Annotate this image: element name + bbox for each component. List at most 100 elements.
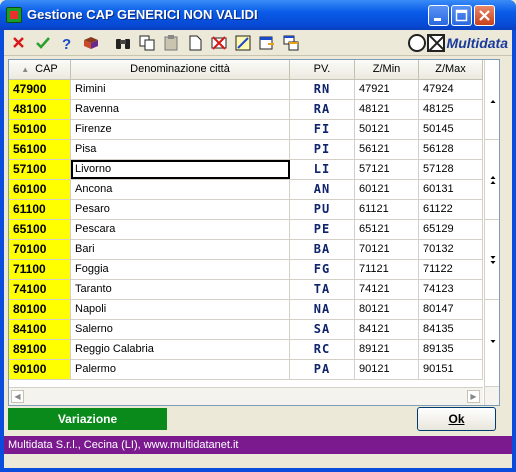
zmin-cell[interactable]: 60121 (355, 180, 419, 199)
zmin-cell[interactable]: 90121 (355, 360, 419, 379)
zmin-cell[interactable]: 56121 (355, 140, 419, 159)
cap-cell[interactable]: 90100 (9, 360, 71, 379)
table-row[interactable]: 70100 Bari BA 70121 70132 (9, 240, 483, 260)
province-cell[interactable]: FI (290, 120, 355, 139)
city-cell[interactable]: Napoli (71, 300, 290, 319)
zmax-cell[interactable]: 71122 (419, 260, 483, 279)
city-cell[interactable]: Firenze (71, 120, 290, 139)
zmax-cell[interactable]: 74123 (419, 280, 483, 299)
city-cell[interactable]: Salerno (71, 320, 290, 339)
cap-cell[interactable]: 50100 (9, 120, 71, 139)
province-cell[interactable]: LI (290, 160, 355, 179)
zmin-cell[interactable]: 74121 (355, 280, 419, 299)
city-cell[interactable]: Taranto (71, 280, 290, 299)
edit-icon[interactable] (234, 34, 252, 52)
zmax-cell[interactable]: 65129 (419, 220, 483, 239)
col-header-cap[interactable]: ▲ CAP (9, 60, 71, 80)
province-cell[interactable]: RA (290, 100, 355, 119)
province-cell[interactable]: TA (290, 280, 355, 299)
table-row[interactable]: 61100 Pesaro PU 61121 61122 (9, 200, 483, 220)
new-document-icon[interactable] (186, 34, 204, 52)
col-header-pv[interactable]: PV. (290, 60, 355, 80)
province-cell[interactable]: PU (290, 200, 355, 219)
zmax-cell[interactable]: 84135 (419, 320, 483, 339)
minimize-button[interactable] (428, 5, 449, 26)
cap-cell[interactable]: 89100 (9, 340, 71, 359)
book-icon[interactable] (82, 34, 100, 52)
table-row[interactable]: 89100 Reggio Calabria RC 89121 89135 (9, 340, 483, 360)
zmax-cell[interactable]: 50145 (419, 120, 483, 139)
table-row[interactable]: 65100 Pescara PE 65121 65129 (9, 220, 483, 240)
province-cell[interactable]: SA (290, 320, 355, 339)
city-cell[interactable]: Reggio Calabria (71, 340, 290, 359)
cap-cell[interactable]: 71100 (9, 260, 71, 279)
cap-cell[interactable]: 80100 (9, 300, 71, 319)
ok-button[interactable]: Ok (417, 407, 496, 431)
cap-cell[interactable]: 65100 (9, 220, 71, 239)
window-icon[interactable] (282, 34, 300, 52)
zmin-cell[interactable]: 70121 (355, 240, 419, 259)
province-cell[interactable]: RC (290, 340, 355, 359)
title-bar[interactable]: Gestione CAP GENERICI NON VALIDI (0, 0, 516, 30)
cap-cell[interactable]: 61100 (9, 200, 71, 219)
zmax-cell[interactable]: 56128 (419, 140, 483, 159)
cap-cell[interactable]: 70100 (9, 240, 71, 259)
maximize-button[interactable] (451, 5, 472, 26)
horizontal-scrollbar[interactable]: ◀ ▶ (9, 387, 483, 405)
zmin-cell[interactable]: 61121 (355, 200, 419, 219)
zmax-cell[interactable]: 80147 (419, 300, 483, 319)
paste-icon[interactable] (162, 34, 180, 52)
province-cell[interactable]: NA (290, 300, 355, 319)
zmin-cell[interactable]: 57121 (355, 160, 419, 179)
col-header-zmin[interactable]: Z/Min (355, 60, 419, 80)
city-cell[interactable]: Ancona (71, 180, 290, 199)
scroll-top-button[interactable] (485, 60, 499, 140)
table-row[interactable]: 74100 Taranto TA 74121 74123 (9, 280, 483, 300)
table-row[interactable]: 84100 Salerno SA 84121 84135 (9, 320, 483, 340)
cap-cell[interactable]: 56100 (9, 140, 71, 159)
cap-cell[interactable]: 84100 (9, 320, 71, 339)
zmin-cell[interactable]: 80121 (355, 300, 419, 319)
table-row[interactable]: 71100 Foggia FG 71121 71122 (9, 260, 483, 280)
binoculars-icon[interactable] (114, 34, 132, 52)
cap-cell[interactable]: 48100 (9, 100, 71, 119)
table-row[interactable]: 56100 Pisa PI 56121 56128 (9, 140, 483, 160)
table-row[interactable]: 80100 Napoli NA 80121 80147 (9, 300, 483, 320)
province-cell[interactable]: PA (290, 360, 355, 379)
scroll-bottom-button[interactable] (485, 300, 499, 387)
zmin-cell[interactable]: 89121 (355, 340, 419, 359)
scroll-left-arrow-icon[interactable]: ◀ (11, 390, 24, 403)
zmin-cell[interactable]: 65121 (355, 220, 419, 239)
scroll-page-down-button[interactable] (485, 220, 499, 300)
table-row[interactable]: 50100 Firenze FI 50121 50145 (9, 120, 483, 140)
zmax-cell[interactable]: 61122 (419, 200, 483, 219)
table-row[interactable]: 90100 Palermo PA 90121 90151 (9, 360, 483, 380)
cap-grid[interactable]: ▲ CAP Denominazione città PV. Z/Min Z/Max… (8, 59, 500, 406)
city-cell[interactable]: Foggia (71, 260, 290, 279)
table-row[interactable]: 48100 Ravenna RA 48121 48125 (9, 100, 483, 120)
zmax-cell[interactable]: 89135 (419, 340, 483, 359)
scroll-page-up-button[interactable] (485, 140, 499, 220)
variazione-button[interactable]: Variazione (8, 408, 167, 430)
confirm-check-icon[interactable] (34, 34, 52, 52)
zmin-cell[interactable]: 84121 (355, 320, 419, 339)
copy-icon[interactable] (138, 34, 156, 52)
zmax-cell[interactable]: 60131 (419, 180, 483, 199)
delete-record-icon[interactable] (210, 34, 228, 52)
province-cell[interactable]: FG (290, 260, 355, 279)
zmin-cell[interactable]: 71121 (355, 260, 419, 279)
zmax-cell[interactable]: 47924 (419, 80, 483, 99)
province-cell[interactable]: PI (290, 140, 355, 159)
city-cell[interactable]: Palermo (71, 360, 290, 379)
city-cell[interactable]: Livorno (71, 160, 290, 179)
city-cell[interactable]: Ravenna (71, 100, 290, 119)
province-cell[interactable]: RN (290, 80, 355, 99)
close-button[interactable] (474, 5, 495, 26)
city-cell[interactable]: Bari (71, 240, 290, 259)
col-header-zmax[interactable]: Z/Max (419, 60, 483, 80)
zmax-cell[interactable]: 90151 (419, 360, 483, 379)
zmax-cell[interactable]: 70132 (419, 240, 483, 259)
city-cell[interactable]: Pescara (71, 220, 290, 239)
zmin-cell[interactable]: 47921 (355, 80, 419, 99)
table-row[interactable]: 60100 Ancona AN 60121 60131 (9, 180, 483, 200)
